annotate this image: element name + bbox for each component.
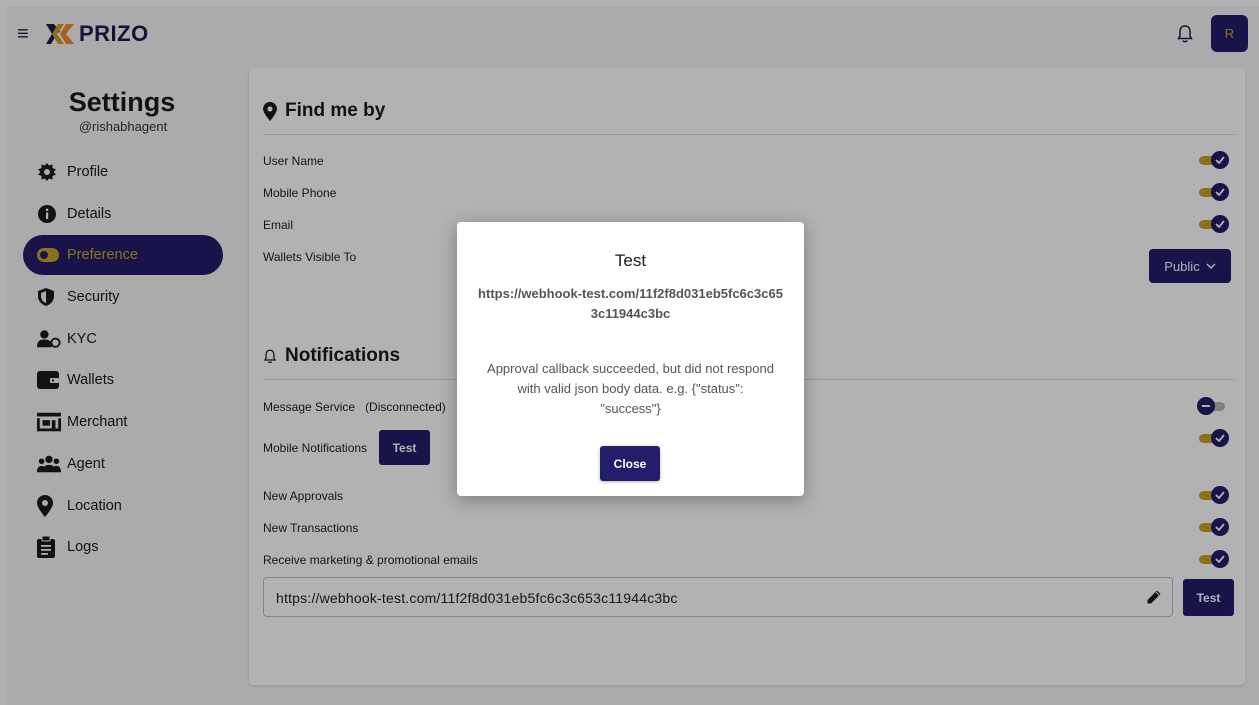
test-result-dialog: Test https://webhook-test.com/11f2f8d031… [457,222,804,496]
dialog-title: Test [614,251,647,270]
close-button[interactable]: Close [600,446,660,481]
dialog-message: Approval callback succeeded, but did not… [487,361,774,416]
dialog-url: https://webhook-test.com/11f2f8d031eb5fc… [478,286,783,321]
